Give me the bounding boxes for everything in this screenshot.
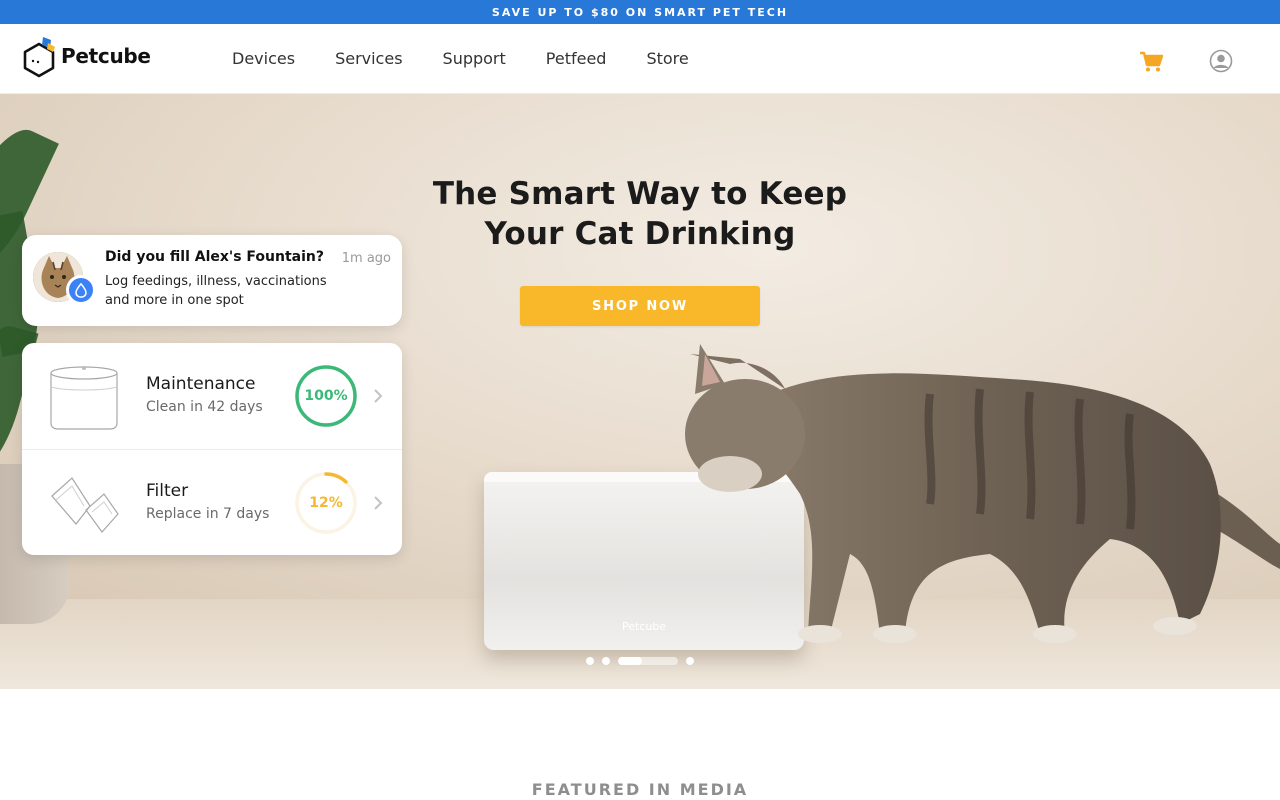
nav-support[interactable]: Support (443, 49, 506, 68)
chevron-right-icon (374, 496, 383, 510)
row-title: Maintenance (146, 374, 256, 394)
row-subtitle: Clean in 42 days (146, 399, 263, 415)
hero-title-line1: The Smart Way to Keep (432, 176, 848, 212)
status-row-maintenance[interactable]: Maintenance Clean in 42 days 100% (22, 343, 402, 449)
shop-now-button[interactable]: SHOP NOW (520, 286, 760, 326)
row-title: Filter (146, 481, 189, 501)
promo-text: SAVE UP TO $80 ON SMART PET TECH (491, 5, 789, 19)
notification-body: Log feedings, illness, vaccinations and … (105, 274, 327, 308)
status-row-filter[interactable]: Filter Replace in 7 days 12% (22, 449, 402, 555)
promo-banner[interactable]: SAVE UP TO $80 ON SMART PET TECH (0, 0, 1280, 24)
carousel-progress (618, 657, 642, 665)
logo-text: Petcube (61, 44, 151, 68)
carousel-dot-active[interactable] (618, 657, 678, 665)
water-drop-icon (75, 282, 87, 298)
hero-section: The Smart Way to Keep Your Cat Drinking … (0, 94, 1280, 689)
water-drop-badge (66, 275, 96, 305)
nav-store[interactable]: Store (646, 49, 688, 68)
progress-percent: 100% (304, 388, 348, 404)
featured-in-media-heading: FEATURED IN MEDIA (531, 780, 749, 799)
fountain-illustration-icon (50, 366, 118, 430)
carousel-dot[interactable] (602, 657, 610, 665)
nav-petfeed[interactable]: Petfeed (546, 49, 607, 68)
nav-devices[interactable]: Devices (232, 49, 295, 68)
carousel-dot[interactable] (686, 657, 694, 665)
progress-percent: 12% (309, 495, 343, 511)
carousel-dot[interactable] (586, 657, 594, 665)
user-account-icon[interactable] (1209, 49, 1233, 73)
cat-image (685, 344, 1280, 643)
notification-title: Did you fill Alex's Fountain? (105, 249, 324, 265)
main-nav: Devices Services Support Petfeed Store (232, 24, 729, 92)
filter-illustration-icon (51, 477, 119, 533)
notification-card: Did you fill Alex's Fountain? 1m ago Log… (22, 235, 402, 326)
hero-title-line2: Your Cat Drinking (484, 216, 796, 252)
row-subtitle: Replace in 7 days (146, 506, 270, 522)
carousel-dots (586, 657, 702, 665)
status-card: Maintenance Clean in 42 days 100% Filter… (22, 343, 402, 555)
nav-services[interactable]: Services (335, 49, 402, 68)
notification-time: 1m ago (341, 251, 391, 266)
chevron-right-icon (374, 389, 383, 403)
petcube-logo[interactable]: Petcube (23, 34, 151, 78)
cart-icon[interactable] (1139, 51, 1163, 73)
hero-title: The Smart Way to Keep Your Cat Drinking (390, 174, 890, 254)
site-header: Petcube Devices Services Support Petfeed… (0, 24, 1280, 94)
petcube-logo-icon (23, 37, 55, 78)
